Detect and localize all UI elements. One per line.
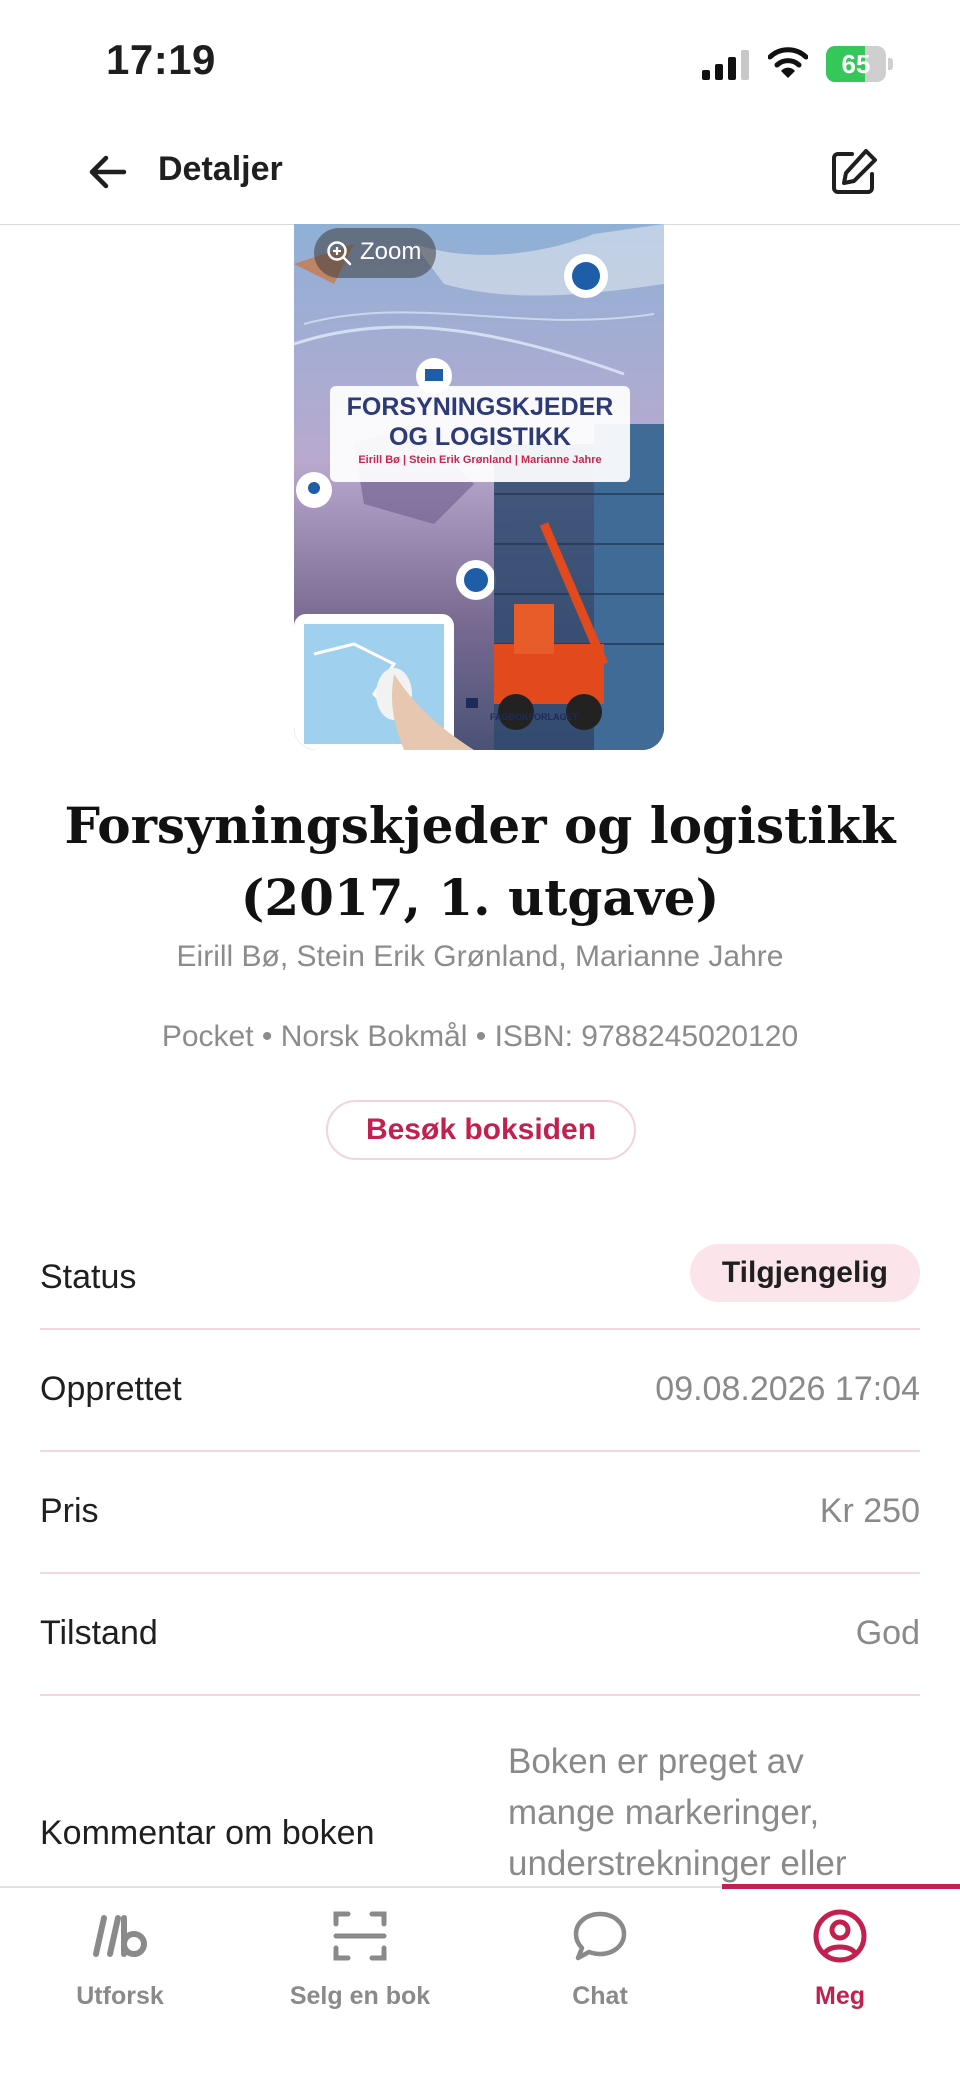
- cover-artwork: [294, 224, 664, 750]
- book-title: Forsyningskjeder og logistikk (2017, 1. …: [40, 790, 920, 934]
- book-authors: Eirill Bø, Stein Erik Grønland, Marianne…: [176, 940, 784, 973]
- wifi-icon: [768, 47, 808, 78]
- tab-utforsk[interactable]: Utforsk: [0, 1888, 240, 2028]
- cover-authors: Eirill Bø | Stein Erik Grønland | Marian…: [358, 454, 602, 466]
- book-meta: Pocket • Norsk Bokmål • ISBN: 9788245020…: [161, 1020, 799, 1053]
- page-title: Detaljer: [158, 150, 283, 188]
- price-label: Pris: [40, 1492, 99, 1530]
- tab-chat[interactable]: Chat: [480, 1888, 720, 2028]
- price-value: Kr 250: [819, 1492, 920, 1530]
- created-value: 09.08.2026 17:04: [655, 1370, 920, 1408]
- book-title-line1: Forsyningskjeder og logistikk: [64, 796, 896, 855]
- edit-icon[interactable]: [828, 146, 880, 198]
- battery-icon: 65: [826, 46, 894, 82]
- cover-title-line1: FORSYNINGSKJEDER: [346, 393, 614, 421]
- zoom-label: Zoom: [360, 238, 422, 265]
- bottom-tab-bar: Utforsk Selg en bok Chat Meg: [0, 1884, 960, 2080]
- status-label: Status: [40, 1258, 137, 1296]
- clock: 17:19: [106, 36, 216, 83]
- tab-meg[interactable]: Meg: [720, 1888, 960, 2028]
- created-label: Opprettet: [40, 1370, 182, 1408]
- status-badge: Tilgjengelig: [689, 1244, 920, 1302]
- book-cover-image[interactable]: FORSYNINGSKJEDER OG LOGISTIKK Eirill Bø …: [294, 224, 664, 750]
- battery-percentage: 65: [841, 49, 871, 79]
- chat-bubble-icon: [573, 1911, 627, 1961]
- comment-label: Kommentar om boken: [40, 1814, 375, 1852]
- status-bar: 17:19 65: [0, 0, 960, 120]
- brand-lb-icon: [93, 1915, 148, 1957]
- tab-selg-en-bok[interactable]: Selg en bok: [240, 1888, 480, 2028]
- cover-title-box: FORSYNINGSKJEDER OG LOGISTIKK Eirill Bø …: [330, 386, 630, 482]
- cellular-signal-icon: [702, 50, 749, 80]
- top-app-bar: Detaljer: [0, 120, 960, 225]
- tab-label: Chat: [572, 1982, 628, 2010]
- tab-label: Meg: [815, 1982, 865, 2010]
- condition-value: God: [855, 1614, 920, 1652]
- detail-row-price: Pris Kr 250: [40, 1452, 920, 1574]
- tab-label: Utforsk: [76, 1982, 164, 2010]
- user-circle-icon: [813, 1909, 867, 1963]
- cover-publisher: FAGBOKFORLAGET: [490, 712, 578, 722]
- detail-row-condition: Tilstand God: [40, 1574, 920, 1696]
- cover-title-line2: OG LOGISTIKK: [389, 423, 571, 451]
- zoom-button[interactable]: Zoom: [314, 228, 436, 278]
- book-title-line2: (2017, 1. utgave): [240, 868, 720, 927]
- detail-row-created: Opprettet 09.08.2026 17:04: [40, 1330, 920, 1452]
- visit-book-page-button[interactable]: Besøk boksiden: [326, 1100, 636, 1160]
- zoom-in-icon: [327, 241, 352, 266]
- condition-label: Tilstand: [40, 1614, 158, 1652]
- detail-row-status: Status Tilgjengelig: [40, 1218, 920, 1330]
- comment-value: Boken er preget av mange markeringer, un…: [508, 1742, 847, 1883]
- tab-label: Selg en bok: [289, 1982, 431, 2010]
- back-arrow-icon[interactable]: [84, 148, 132, 196]
- scan-icon: [333, 1911, 387, 1961]
